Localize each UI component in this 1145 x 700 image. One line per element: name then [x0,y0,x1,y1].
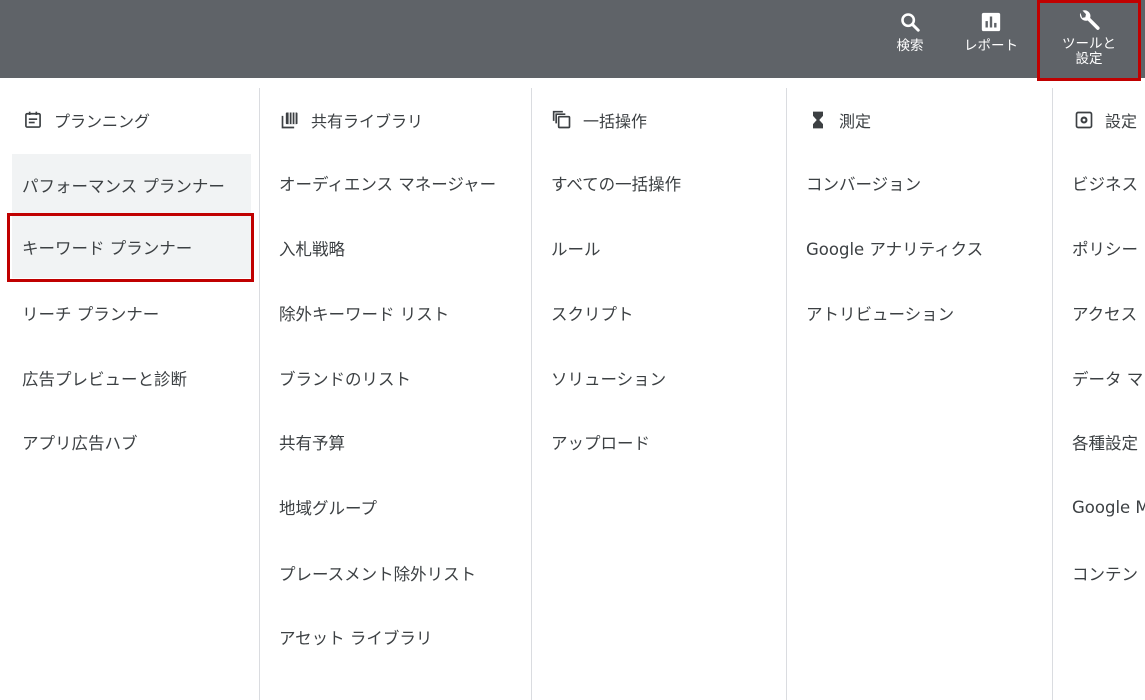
bulk-actions-column: 一括操作 すべての一括操作 ルール スクリプト ソリューション アップロード [531,88,787,700]
menu-item-brand-lists[interactable]: ブランドのリスト [279,347,411,409]
menu-item-audience-manager[interactable]: オーディエンス マネージャー [279,152,496,214]
menu-item-label: ビジネス [1072,175,1138,194]
planning-column: プランニング パフォーマンス プランナー キーワード プランナー リーチ プラン… [0,88,259,700]
menu-item-label: データ マ [1072,370,1144,389]
menu-item-google-merchant[interactable]: Google M [1072,476,1145,538]
menu-item-label: アプリ広告ハブ [22,434,138,453]
menu-item-rules[interactable]: ルール [551,217,601,279]
menu-item-label: すべての一括操作 [551,175,682,194]
menu-item-placement-exclusion-lists[interactable]: プレースメント除外リスト [279,542,476,604]
menu-item-label: 広告プレビューと診断 [22,370,187,389]
menu-item-label: 各種設定 [1072,434,1138,453]
menu-item-label: ルール [551,240,601,259]
bulk-actions-header: 一括操作 [551,107,647,133]
menu-item-ad-preview-diagnosis[interactable]: 広告プレビューと診断 [22,347,187,409]
menu-item-label: パフォーマンス プランナー [22,177,225,196]
menu-item-label: ポリシー [1072,240,1138,259]
menu-item-label: Google M [1072,497,1145,517]
menu-item-business[interactable]: ビジネス [1072,152,1138,214]
menu-item-label: ソリューション [551,370,667,389]
menu-item-google-analytics[interactable]: Google アナリティクス [806,217,983,279]
planning-title: プランニング [54,112,151,131]
menu-item-attribution[interactable]: アトリビューション [806,282,954,344]
library-icon [279,109,301,131]
menu-item-label: アトリビューション [806,305,955,324]
bulk-copy-icon [551,109,573,131]
menu-item-label: 地域グループ [279,499,378,518]
menu-item-policy[interactable]: ポリシー [1072,217,1138,279]
menu-item-label: キーワード プランナー [22,239,193,258]
wrench-icon [1076,9,1102,35]
menu-item-content[interactable]: コンテン [1072,542,1138,604]
shared-library-title: 共有ライブラリ [311,112,424,131]
menu-item-shared-budgets[interactable]: 共有予算 [279,411,345,473]
measurement-column: 測定 コンバージョン Google アナリティクス アトリビューション [786,88,1053,700]
calendar-icon [22,109,44,131]
tools-label: ツールと 設定 [1062,36,1116,67]
menu-item-conversions[interactable]: コンバージョン [806,152,921,214]
menu-item-access[interactable]: アクセス [1072,282,1137,344]
menu-item-label: リーチ プランナー [22,305,160,324]
top-bar: 検索 レポート ツールと 設定 [0,0,1145,81]
menu-item-data-manager[interactable]: データ マ [1072,347,1143,409]
search-button[interactable]: 検索 [886,0,934,78]
menu-item-label: オーディエンス マネージャー [279,175,497,194]
planning-header: プランニング [22,107,150,133]
menu-item-label: Google アナリティクス [806,240,984,259]
search-icon [897,9,923,35]
hourglass-icon [807,109,829,131]
menu-item-label: コンバージョン [806,175,922,194]
menu-item-keyword-planner[interactable]: キーワード プランナー [12,216,251,278]
menu-item-asset-library[interactable]: アセット ライブラリ [279,606,432,668]
menu-item-label: 除外キーワード リスト [279,305,450,324]
menu-item-bid-strategies[interactable]: 入札戦略 [279,217,345,279]
menu-item-uploads[interactable]: アップロード [551,411,650,473]
settings-title: 設定 [1105,112,1138,131]
menu-item-all-bulk-actions[interactable]: すべての一括操作 [551,152,681,214]
menu-item-label: プレースメント除外リスト [279,565,477,584]
bulk-actions-title: 一括操作 [583,112,648,131]
measurement-header: 測定 [807,107,871,133]
menu-item-label: ブランドのリスト [279,370,411,389]
shared-library-header: 共有ライブラリ [279,107,423,133]
settings-icon [1073,109,1095,131]
menu-item-label: アセット ライブラリ [279,629,433,648]
report-label: レポート [964,38,1018,54]
menu-item-performance-planner[interactable]: パフォーマンス プランナー [12,154,251,216]
menu-item-label: 入札戦略 [279,240,345,259]
menu-item-label: アクセス [1072,305,1138,324]
measurement-title: 測定 [839,112,872,131]
menu-item-negative-keyword-lists[interactable]: 除外キーワード リスト [279,282,449,344]
menu-item-label: 共有予算 [279,434,345,453]
settings-column: 設定 ビジネス ポリシー アクセス データ マ 各種設定 Google M コン… [1052,88,1145,700]
report-icon [978,9,1004,35]
settings-header: 設定 [1073,107,1137,133]
search-label: 検索 [896,38,924,54]
menu-item-scripts[interactable]: スクリプト [551,282,634,344]
menu-item-solutions[interactable]: ソリューション [551,347,666,409]
menu-item-app-ad-hub[interactable]: アプリ広告ハブ [22,411,138,473]
menu-item-reach-planner[interactable]: リーチ プランナー [22,282,159,344]
menu-item-label: アップロード [551,434,650,453]
menu-item-label: コンテン [1072,565,1138,584]
shared-library-column: 共有ライブラリ オーディエンス マネージャー 入札戦略 除外キーワード リスト … [259,88,532,700]
tools-and-settings-button[interactable]: ツールと 設定 [1037,0,1141,81]
menu-item-preferences[interactable]: 各種設定 [1072,411,1138,473]
report-button[interactable]: レポート [954,0,1028,78]
menu-item-label: スクリプト [551,305,634,324]
menu-item-location-groups[interactable]: 地域グループ [279,476,377,538]
